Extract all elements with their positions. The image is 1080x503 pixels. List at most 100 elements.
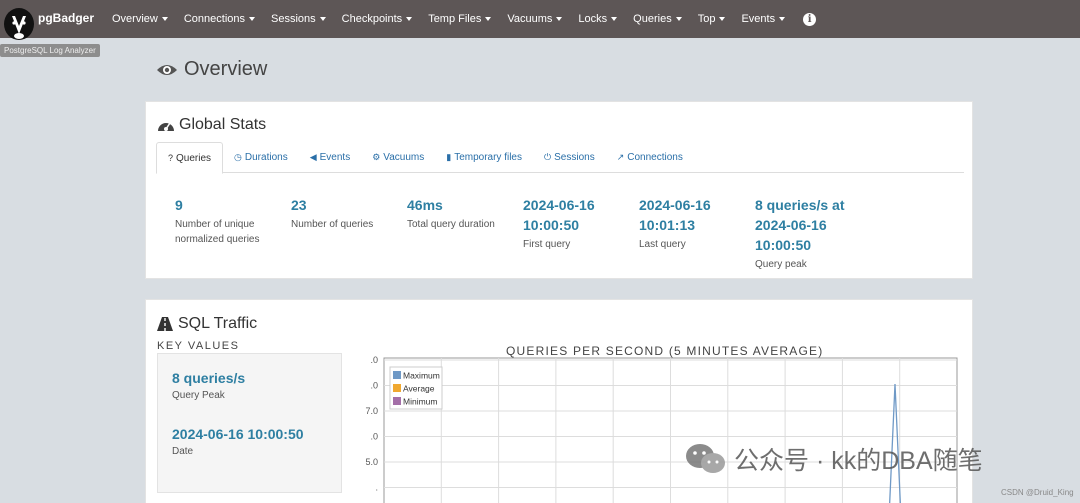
- cogs-icon: ⚙: [372, 152, 381, 162]
- tab-label: Durations: [244, 152, 288, 163]
- stat-value: 2024-06-16 10:01:13: [639, 195, 749, 235]
- peak-date-value: 2024-06-16 10:00:50: [172, 426, 304, 442]
- nav-vacuums[interactable]: Vacuums: [499, 13, 570, 25]
- chart-legend-swatch: [393, 384, 401, 392]
- road-icon: [157, 317, 173, 331]
- chart-y-tick-label: 5.0: [365, 457, 378, 467]
- stat-value: 2024-06-16 10:00:50: [523, 195, 633, 235]
- pgbadger-logo-icon[interactable]: [3, 6, 35, 44]
- nav-label: Sessions: [271, 13, 316, 25]
- file-icon: ▮: [446, 152, 452, 162]
- top-navbar: pgBadger Overview Connections Sessions Chec…: [0, 0, 1080, 40]
- stat-item: 9 Number of unique normalized queries: [175, 195, 285, 247]
- stat-label: Total query duration: [407, 217, 517, 232]
- stat-label: Query peak: [755, 257, 865, 272]
- nav-label: Temp Files: [428, 13, 482, 25]
- chart-y-tick-label: .: [375, 483, 378, 493]
- nav-overview[interactable]: Overview: [104, 13, 176, 25]
- tab-vacuums[interactable]: ⚙ Vacuums: [361, 142, 435, 173]
- caret-down-icon: [161, 17, 168, 22]
- nav-events[interactable]: Events: [733, 13, 793, 25]
- stat-item: 23 Number of queries: [291, 195, 401, 232]
- nav-checkpoints[interactable]: Checkpoints: [334, 13, 421, 25]
- stat-value-line: 10:00:50: [755, 237, 812, 253]
- nav-locks[interactable]: Locks: [570, 13, 625, 25]
- eye-icon: [157, 64, 177, 75]
- stat-value-line: 8 queries/s at: [755, 197, 845, 213]
- nav-label: Vacuums: [507, 13, 553, 25]
- key-values-title: KEY VALUES: [157, 340, 240, 352]
- watermark: 公众号 · kk的DBA随笔: [684, 441, 983, 477]
- stat-label: First query: [523, 237, 633, 252]
- tab-label: Sessions: [554, 152, 595, 163]
- global-stats-title-text: Global Stats: [179, 116, 267, 133]
- page-title: Overview: [156, 58, 267, 81]
- stat-value-line: 10:00:50: [523, 217, 580, 233]
- chart-y-tick-label: .0: [370, 381, 378, 391]
- clock-icon: ◷: [234, 152, 242, 162]
- chart-legend-label: Maximum: [403, 371, 440, 381]
- tab-label: Connections: [627, 152, 683, 163]
- query-peak-value: 8 queries/s: [172, 370, 246, 386]
- nav-sessions[interactable]: Sessions: [263, 13, 334, 25]
- nav-top[interactable]: Top: [690, 13, 734, 25]
- stat-value: 9: [175, 195, 285, 215]
- tab-queries[interactable]: ? Queries: [156, 142, 224, 174]
- brand-tooltip: PostgreSQL Log Analyzer: [0, 44, 100, 57]
- nav-label: Queries: [633, 13, 672, 25]
- page-title-text: Overview: [184, 58, 268, 80]
- brand-name[interactable]: pgBadger: [38, 11, 94, 25]
- dashboard-icon: [158, 122, 174, 131]
- chart-legend-label: Average: [403, 384, 435, 394]
- stat-value-line: 23: [291, 197, 307, 213]
- caret-down-icon: [485, 17, 492, 22]
- nav-queries[interactable]: Queries: [625, 13, 690, 25]
- info-icon[interactable]: i: [803, 12, 817, 26]
- stat-value: 23: [291, 195, 401, 215]
- tab-durations[interactable]: ◷ Durations: [223, 142, 299, 173]
- tab-label: Temporary files: [454, 152, 522, 163]
- watermark-text: 公众号 · kk的DBA随笔: [734, 447, 983, 475]
- stat-value-line: 2024-06-16: [755, 217, 827, 233]
- global-stats-tabs: ? Queries ◷ Durations ◀ Events ⚙ Vacuums ▮ Tempor…: [156, 142, 964, 174]
- tab-events[interactable]: ◀ Events: [299, 142, 362, 173]
- chart-legend-swatch: [393, 371, 401, 379]
- stat-value: 8 queries/s at 2024-06-16 10:00:50: [755, 195, 865, 255]
- stat-label-line: Number of queries: [291, 219, 374, 230]
- chart-legend-label: Minimum: [403, 397, 437, 407]
- stat-label: Number of queries: [291, 217, 401, 232]
- tab-temporary-files[interactable]: ▮ Temporary files: [435, 142, 533, 173]
- chart-y-tick-label: 7.0: [365, 406, 378, 416]
- key-values-box: 8 queries/s Query Peak 2024-06-16 10:00:…: [157, 353, 342, 493]
- caret-down-icon: [406, 17, 413, 22]
- stat-label-line: First query: [523, 239, 571, 250]
- caret-down-icon: [675, 17, 682, 22]
- stat-label-line: Total query duration: [407, 219, 495, 230]
- stat-value: 46ms: [407, 195, 517, 215]
- megaphone-icon: ◀: [309, 152, 317, 162]
- sql-traffic-title-text: SQL Traffic: [178, 315, 258, 332]
- stat-value-line: 2024-06-16: [639, 197, 711, 213]
- nav-connections[interactable]: Connections: [176, 13, 263, 25]
- chart-legend-swatch: [393, 397, 401, 405]
- nav-label: Checkpoints: [341, 13, 403, 25]
- csdn-credit: CSDN @Druid_King: [1001, 488, 1074, 497]
- external-link-icon: ↗: [616, 152, 625, 162]
- tab-connections[interactable]: ↗ Connections: [606, 142, 694, 173]
- nav-label: Connections: [183, 13, 245, 25]
- caret-down-icon: [779, 17, 786, 22]
- stat-item: 2024-06-16 10:01:13 Last query: [639, 195, 749, 252]
- question-icon: ?: [168, 153, 174, 163]
- stat-label: Number of unique normalized queries: [175, 217, 285, 247]
- global-stats-title: Global Stats: [157, 116, 266, 134]
- sql-traffic-title: SQL Traffic: [157, 315, 257, 333]
- stat-item: 8 queries/s at 2024-06-16 10:00:50 Query pe…: [755, 195, 865, 272]
- global-stats-panel: Global Stats ? Queries ◷ Durations ◀ Events ⚙ V…: [145, 101, 973, 279]
- nav-label: Events: [741, 13, 776, 25]
- nav-temp-files[interactable]: Temp Files: [420, 13, 499, 25]
- stat-label-line: Query peak: [755, 259, 807, 270]
- main-nav: Overview Connections Sessions Checkpoints Te…: [104, 0, 817, 38]
- tab-label: Vacuums: [383, 152, 425, 163]
- wechat-icon: [686, 444, 725, 473]
- tab-sessions[interactable]: ⏻ Sessions: [533, 142, 606, 173]
